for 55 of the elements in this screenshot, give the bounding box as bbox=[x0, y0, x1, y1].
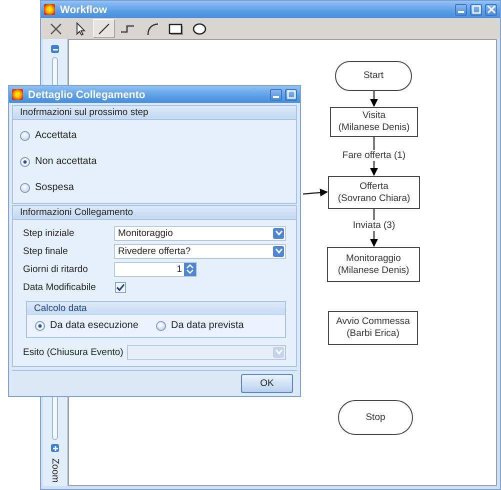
process-node[interactable]: Avvio Commessa (Barbi Erica) bbox=[328, 311, 418, 345]
window-title: Workflow bbox=[60, 4, 108, 16]
checkbox[interactable] bbox=[115, 282, 126, 292]
process-node[interactable]: Offerta (Sovrano Chiara) bbox=[328, 176, 420, 209]
field-label: Step iniziale bbox=[23, 228, 76, 238]
ellipse-icon bbox=[192, 22, 208, 36]
radio-button[interactable] bbox=[20, 156, 30, 166]
ok-button[interactable]: OK bbox=[241, 374, 293, 393]
zoom-out-button[interactable] bbox=[51, 45, 59, 53]
close-icon bbox=[486, 5, 496, 14]
minimize-button[interactable] bbox=[270, 88, 282, 100]
cross-icon bbox=[49, 22, 63, 36]
checkmark-icon bbox=[116, 282, 125, 292]
process-node[interactable]: Visita (Milanese Denis) bbox=[330, 107, 418, 137]
field-label: Esito (Chiusura Evento) bbox=[23, 346, 124, 358]
line-tool-button[interactable] bbox=[93, 19, 115, 38]
radio-option[interactable]: Da data esecuzione bbox=[35, 320, 156, 331]
number-spinner-field[interactable]: 1 bbox=[114, 262, 197, 276]
radio-option[interactable]: Da data prevista bbox=[156, 320, 277, 331]
dropdown-field[interactable]: Rivedere offerta? bbox=[114, 244, 286, 258]
app-icon bbox=[44, 4, 55, 15]
process-node[interactable]: Monitoraggio (Milanese Denis) bbox=[327, 247, 420, 282]
radio-option[interactable]: Sospesa bbox=[20, 182, 290, 193]
zoom-in-button[interactable] bbox=[51, 444, 59, 452]
radio-option[interactable]: Accettata bbox=[20, 130, 290, 141]
field-label: Step finale bbox=[23, 246, 69, 256]
radio-option[interactable]: Non accettata bbox=[20, 156, 290, 167]
zoom-label: Zoom bbox=[50, 458, 60, 482]
field-label: Giorni di ritardo bbox=[23, 264, 89, 274]
arc-icon bbox=[145, 22, 159, 36]
radio-button[interactable] bbox=[35, 320, 45, 330]
maximize-icon bbox=[472, 5, 480, 14]
group-header: Calcolo data bbox=[27, 302, 285, 315]
terminal-node[interactable]: Start bbox=[335, 61, 412, 91]
terminal-node[interactable]: Stop bbox=[338, 400, 413, 435]
radio-button[interactable] bbox=[20, 130, 30, 140]
spinner-arrows-icon bbox=[185, 263, 195, 275]
dialog-title: Dettaglio Collegamento bbox=[28, 88, 146, 100]
radio-button[interactable] bbox=[156, 320, 166, 330]
section-header: Informazioni Collegamento bbox=[13, 206, 296, 220]
maximize-button[interactable] bbox=[470, 4, 482, 16]
rectangle-icon bbox=[168, 22, 184, 36]
maximize-button[interactable] bbox=[285, 88, 297, 100]
maximize-icon bbox=[286, 90, 296, 99]
close-button[interactable] bbox=[485, 4, 497, 16]
field-label: Data Modificabile bbox=[23, 282, 97, 292]
connector-arrow bbox=[302, 188, 328, 197]
connector-arrow bbox=[370, 91, 378, 107]
radio-button[interactable] bbox=[20, 182, 30, 192]
line-icon bbox=[97, 22, 111, 36]
plus-icon bbox=[52, 444, 58, 452]
app-icon bbox=[12, 89, 23, 100]
section-header: Inofrmazioni sul prossimo step bbox=[13, 106, 296, 120]
dropdown-field[interactable]: Monitoraggio bbox=[114, 226, 286, 240]
minimize-button[interactable] bbox=[455, 4, 467, 16]
